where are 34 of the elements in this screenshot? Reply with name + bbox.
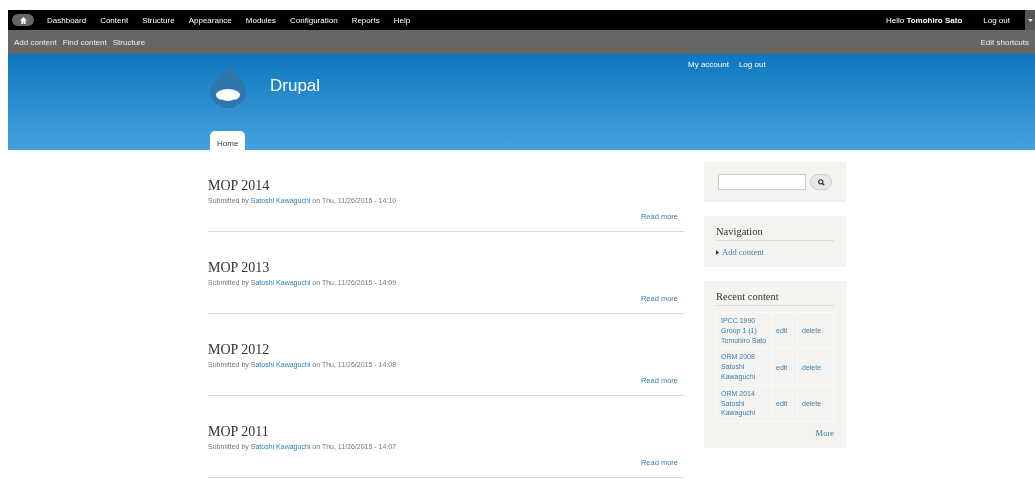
logout-link[interactable]: Log out (983, 15, 1010, 25)
admin-menu-link[interactable]: Help (393, 15, 411, 25)
edit-shortcuts-link[interactable]: Edit shortcuts (980, 37, 1029, 47)
shortcut-link[interactable]: Find content (62, 37, 107, 47)
search-icon (817, 178, 825, 186)
post-title[interactable]: MOP 2013 (208, 260, 684, 276)
search-field[interactable] (718, 174, 806, 190)
admin-menu-link[interactable]: Configuration (290, 15, 338, 25)
home-icon (19, 16, 27, 24)
admin-menu-link[interactable]: Modules (245, 15, 277, 25)
shortcut-link[interactable]: Structure (112, 37, 146, 47)
greeting-text: Hello Tomohiro Sato (885, 15, 963, 25)
secondary-menu-link[interactable]: My account (688, 60, 729, 150)
post-title[interactable]: MOP 2011 (208, 424, 684, 440)
drop-logo-icon (208, 64, 248, 108)
secondary-menu-link[interactable]: Log out (738, 60, 766, 150)
home-button[interactable] (12, 14, 34, 26)
search-button[interactable] (810, 174, 832, 190)
post-title[interactable]: MOP 2014 (208, 178, 684, 194)
admin-menu-link[interactable]: Appearance (188, 15, 232, 25)
more-link[interactable]: More (716, 428, 834, 439)
admin-menu-link[interactable]: Structure (142, 15, 175, 25)
shortcut-toggle[interactable] (1025, 10, 1035, 30)
site-name[interactable]: Drupal (270, 76, 321, 96)
post-title[interactable]: MOP 2012 (208, 342, 684, 358)
admin-menu-link[interactable]: Content (100, 15, 129, 25)
block-title: Recent content (716, 291, 834, 306)
admin-menu-link[interactable]: Dashboard (47, 15, 87, 25)
caret-icon (1027, 18, 1033, 22)
block-title: Navigation (716, 226, 834, 241)
navigation-link[interactable]: Add content (716, 247, 834, 257)
bullet-icon (716, 249, 719, 255)
shortcut-link[interactable]: Add content (14, 37, 57, 47)
admin-menu-link[interactable]: Reports (351, 15, 380, 25)
